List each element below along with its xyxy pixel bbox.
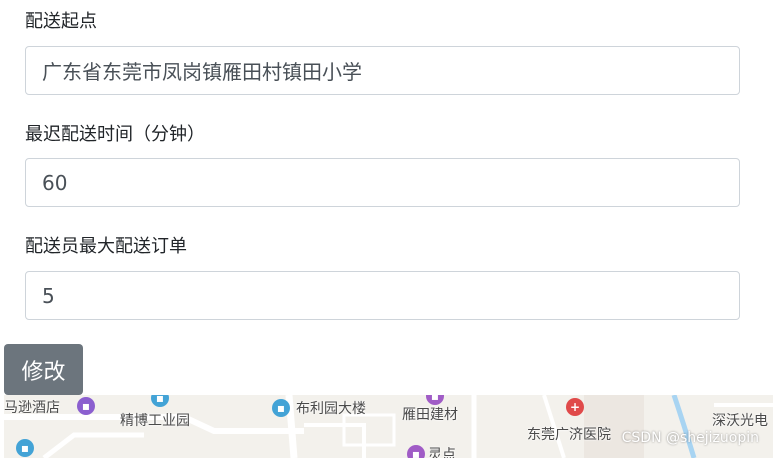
hotel-pin-icon[interactable]: ▪ <box>77 397 95 415</box>
building-pin-icon[interactable]: ▪ <box>16 439 34 457</box>
latest-time-label: 最迟配送时间（分钟） <box>25 124 205 145</box>
shop-pin-icon[interactable]: ▪ <box>407 445 425 458</box>
map-poi-buli-building[interactable]: 布利园大楼 <box>296 401 366 417</box>
latest-time-field[interactable] <box>25 158 740 207</box>
max-orders-input[interactable] <box>42 283 723 308</box>
map-poi-industrial-park[interactable]: 精博工业园 <box>120 413 190 429</box>
latest-time-input[interactable] <box>42 170 723 195</box>
max-orders-label: 配送员最大配送订单 <box>25 236 187 257</box>
map-poi-lingdian[interactable]: 灵点 <box>428 447 456 458</box>
map-poi-shenwo[interactable]: 深沃光电 <box>712 413 768 429</box>
building-pin-icon[interactable]: ▪ <box>272 399 290 417</box>
delivery-settings-page: 配送起点 最迟配送时间（分钟） 配送员最大配送订单 修改 ▪ 马逊酒店 ▪ 精博… <box>0 0 773 458</box>
map-poi-yantian-building-materials[interactable]: 雁田建材 <box>402 407 458 423</box>
start-point-input[interactable] <box>42 58 723 83</box>
hospital-pin-icon[interactable]: + <box>566 398 584 416</box>
map-poi-hotel[interactable]: 马逊酒店 <box>4 400 60 416</box>
start-point-label: 配送起点 <box>25 11 97 32</box>
max-orders-field[interactable] <box>25 271 740 320</box>
watermark: CSDN @shejizuopin <box>621 430 759 446</box>
start-point-field[interactable] <box>25 46 740 95</box>
map-poi-hospital[interactable]: 东莞广济医院 <box>527 427 611 443</box>
map-view[interactable]: ▪ 马逊酒店 ▪ 精博工业园 ▪ 布利园大楼 ▪ 雁田建材 + 东莞广济医院 深… <box>4 395 773 458</box>
submit-button[interactable]: 修改 <box>4 344 83 395</box>
